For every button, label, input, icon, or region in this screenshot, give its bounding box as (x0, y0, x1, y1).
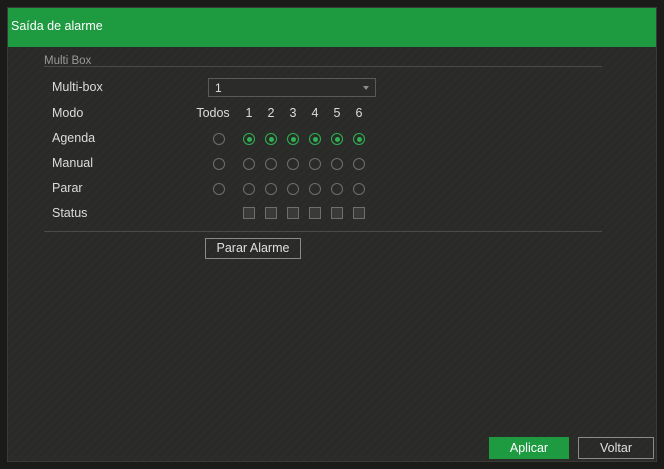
multibox-select-value: 1 (215, 81, 222, 95)
manual-radio-6[interactable] (353, 158, 365, 170)
parar-radio-2[interactable] (265, 183, 277, 195)
manual-radio-5[interactable] (331, 158, 343, 170)
group-divider-bottom (44, 231, 602, 232)
agenda-radio-4[interactable] (309, 133, 321, 145)
group-divider-top (44, 66, 602, 67)
parar-radio-6[interactable] (353, 183, 365, 195)
manual-radio-4[interactable] (309, 158, 321, 170)
multibox-select[interactable]: 1 (208, 78, 376, 97)
mode-col-4: 4 (311, 106, 319, 120)
chevron-down-icon (363, 86, 369, 90)
status-box-4 (309, 207, 321, 219)
parar-radio-all[interactable] (213, 183, 225, 195)
agenda-label: Agenda (52, 131, 96, 145)
parar-radio-1[interactable] (243, 183, 255, 195)
mode-col-1: 1 (245, 106, 253, 120)
status-label: Status (52, 206, 88, 220)
manual-radio-all[interactable] (213, 158, 225, 170)
status-box-3 (287, 207, 299, 219)
agenda-radio-5[interactable] (331, 133, 343, 145)
agenda-radio-1[interactable] (243, 133, 255, 145)
stop-alarm-button[interactable]: Parar Alarme (205, 238, 301, 259)
apply-button[interactable]: Aplicar (489, 437, 569, 459)
parar-radio-5[interactable] (331, 183, 343, 195)
mode-col-all: Todos (196, 106, 230, 120)
mode-col-6: 6 (355, 106, 363, 120)
manual-radio-3[interactable] (287, 158, 299, 170)
mode-col-3: 3 (289, 106, 297, 120)
stop-label: Parar (52, 181, 83, 195)
alarm-output-window: Saída de alarme (7, 7, 657, 462)
mode-col-2: 2 (267, 106, 275, 120)
multibox-label: Multi-box (52, 80, 103, 94)
manual-radio-1[interactable] (243, 158, 255, 170)
manual-label: Manual (52, 156, 93, 170)
parar-radio-4[interactable] (309, 183, 321, 195)
title-bar: Saída de alarme (8, 8, 656, 47)
status-box-2 (265, 207, 277, 219)
agenda-radio-3[interactable] (287, 133, 299, 145)
back-button[interactable]: Voltar (578, 437, 654, 459)
status-box-1 (243, 207, 255, 219)
window-title: Saída de alarme (11, 19, 103, 33)
mode-col-5: 5 (333, 106, 341, 120)
agenda-radio-2[interactable] (265, 133, 277, 145)
parar-radio-3[interactable] (287, 183, 299, 195)
mode-label: Modo (52, 106, 84, 120)
agenda-radio-all[interactable] (213, 133, 225, 145)
manual-radio-2[interactable] (265, 158, 277, 170)
agenda-radio-6[interactable] (353, 133, 365, 145)
status-box-5 (331, 207, 343, 219)
status-box-6 (353, 207, 365, 219)
